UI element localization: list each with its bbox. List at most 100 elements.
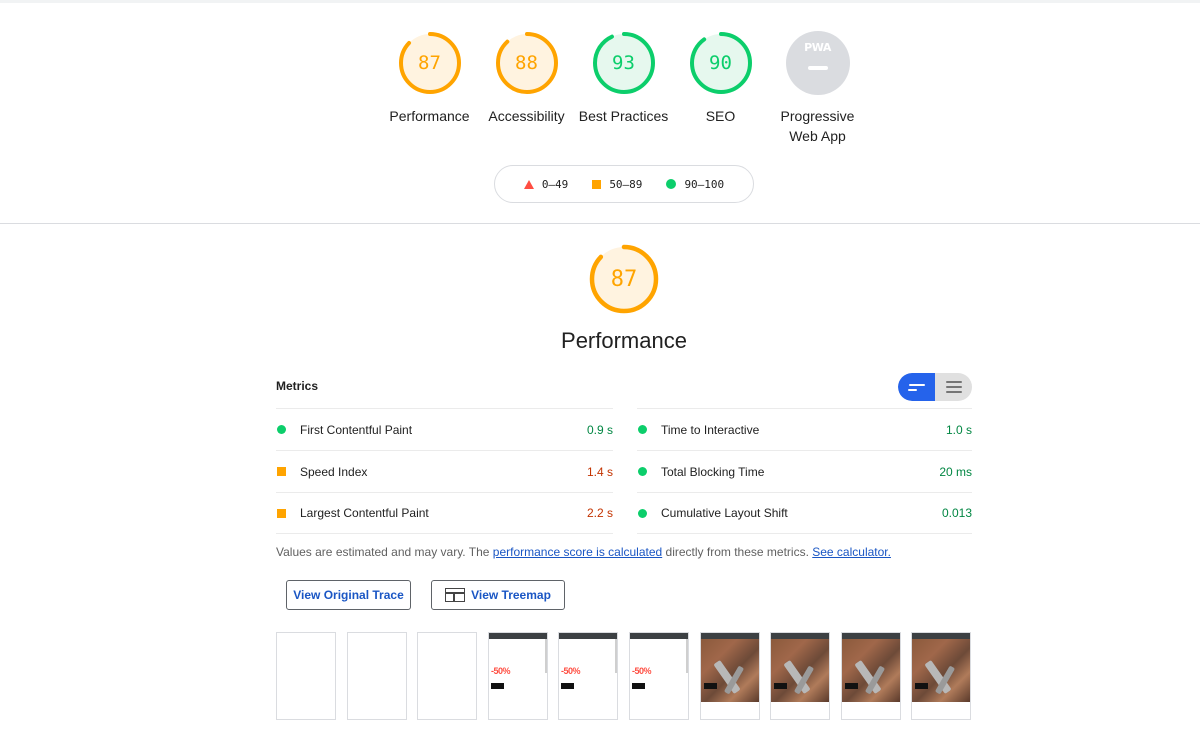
triangle-icon bbox=[523, 179, 534, 189]
frame-photo bbox=[842, 639, 900, 702]
legend-pass-range: 90–100 bbox=[684, 177, 725, 191]
gauge-best-practices[interactable]: 93 Best Practices bbox=[575, 30, 672, 146]
score-gauge: 90 bbox=[688, 30, 754, 96]
legend-average: 50–89 bbox=[592, 178, 642, 191]
gauge-accessibility[interactable]: 88 Accessibility bbox=[478, 30, 575, 146]
frame-button bbox=[632, 683, 645, 689]
filmstrip-frame: -50% bbox=[558, 632, 618, 720]
section-divider bbox=[0, 223, 1200, 224]
metrics-view-toggle[interactable] bbox=[898, 373, 972, 401]
pwa-badge-icon: PWA bbox=[785, 31, 850, 95]
score-gauge: 87 bbox=[397, 30, 463, 96]
metric-row: First Contentful Paint 0.9 s bbox=[276, 408, 613, 450]
line-icon bbox=[908, 388, 917, 391]
frame-header-bar bbox=[489, 633, 547, 639]
metric-value: 2.2 s bbox=[586, 506, 613, 520]
frame-discount: -50% bbox=[491, 666, 511, 676]
summary-view-button[interactable] bbox=[898, 373, 935, 401]
metric-row: Largest Contentful Paint 2.2 s bbox=[276, 492, 613, 534]
pwa-dash bbox=[807, 66, 828, 70]
filmstrip-frame bbox=[347, 632, 407, 720]
square-icon bbox=[592, 179, 602, 189]
filmstrip-frame bbox=[911, 632, 971, 720]
category-label: Best Practices bbox=[578, 108, 669, 124]
frame-scrollbar bbox=[615, 639, 617, 673]
gauge-performance[interactable]: 87 Performance bbox=[381, 30, 478, 146]
frame-photo bbox=[701, 639, 759, 702]
metric-value: 1.0 s bbox=[945, 422, 972, 437]
view-original-trace-button[interactable]: View Original Trace bbox=[286, 580, 411, 610]
line-icon bbox=[908, 383, 925, 386]
category-label: Progressive Web App bbox=[780, 108, 855, 144]
filmstrip-frame: -50% bbox=[488, 632, 548, 720]
metric-row: Total Blocking Time 20 ms bbox=[637, 450, 972, 492]
top-border bbox=[0, 0, 1200, 3]
legend-average-range: 50–89 bbox=[609, 177, 643, 191]
legend-pass: 90–100 bbox=[666, 178, 724, 191]
frame-discount: -50% bbox=[632, 666, 652, 676]
metric-label: Speed Index bbox=[300, 464, 368, 479]
frame-header-bar bbox=[559, 633, 617, 639]
line-icon bbox=[945, 386, 962, 388]
frame-header-bar bbox=[630, 633, 688, 639]
see-calculator-link[interactable]: See calculator. bbox=[812, 545, 891, 559]
note-prefix: Values are estimated and may vary. The bbox=[276, 545, 493, 559]
gauge-seo[interactable]: 90 SEO bbox=[672, 30, 769, 146]
metric-value: 0.9 s bbox=[586, 422, 613, 437]
treemap-icon bbox=[445, 588, 466, 602]
category-label: SEO bbox=[705, 108, 736, 124]
detailed-view-button[interactable] bbox=[935, 373, 972, 401]
frame-photo bbox=[771, 639, 829, 702]
performance-score: 87 bbox=[610, 266, 638, 292]
score-value: 88 bbox=[515, 52, 538, 74]
score-gauge: 93 bbox=[591, 30, 657, 96]
filmstrip-frame bbox=[417, 632, 477, 720]
frame-scrollbar bbox=[686, 639, 688, 673]
score-value: 93 bbox=[612, 52, 635, 74]
metrics-note: Values are estimated and may vary. The p… bbox=[276, 545, 891, 559]
metric-label: Largest Contentful Paint bbox=[300, 506, 429, 520]
frame-photo bbox=[912, 639, 970, 702]
performance-gauge: 87 bbox=[588, 243, 660, 315]
filmstrip-frame bbox=[770, 632, 830, 720]
legend-fail-range: 0–49 bbox=[541, 177, 569, 191]
metric-label: Time to Interactive bbox=[661, 422, 760, 437]
pass-circle-icon bbox=[277, 425, 286, 434]
score-gauge: 88 bbox=[494, 30, 560, 96]
score-value: 87 bbox=[418, 52, 441, 74]
metric-label: Total Blocking Time bbox=[661, 464, 765, 479]
metric-value: 20 ms bbox=[939, 464, 972, 479]
metrics-right-column: Time to Interactive 1.0 s Total Blocking… bbox=[637, 408, 972, 534]
filmstrip-frame bbox=[841, 632, 901, 720]
average-square-icon bbox=[277, 508, 286, 518]
filmstrip-frame: -50% bbox=[629, 632, 689, 720]
frame-scrollbar bbox=[545, 639, 547, 673]
gauge-pwa[interactable]: PWA Progressive Web App bbox=[769, 30, 866, 146]
category-label: Performance bbox=[389, 108, 470, 124]
frame-button bbox=[774, 683, 787, 689]
metric-value: 0.013 bbox=[941, 506, 972, 520]
metric-row: Speed Index 1.4 s bbox=[276, 450, 613, 492]
filmstrip-frame bbox=[700, 632, 760, 720]
line-icon bbox=[945, 391, 962, 393]
circle-icon bbox=[666, 179, 677, 189]
metric-value: 1.4 s bbox=[586, 464, 613, 479]
metric-row: Cumulative Layout Shift 0.013 bbox=[637, 492, 972, 534]
metric-label: Cumulative Layout Shift bbox=[661, 506, 788, 520]
pass-circle-icon bbox=[638, 467, 647, 476]
frame-button bbox=[491, 683, 504, 689]
score-calculation-link[interactable]: performance score is calculated bbox=[493, 545, 662, 559]
metric-label: First Contentful Paint bbox=[300, 422, 413, 437]
filmstrip-frame bbox=[276, 632, 336, 720]
metric-row: Time to Interactive 1.0 s bbox=[637, 408, 972, 450]
view-treemap-button[interactable]: View Treemap bbox=[431, 580, 565, 610]
category-gauges: 87 Performance 88 Accessibility 93 Best … bbox=[381, 30, 866, 146]
score-legend: 0–49 50–89 90–100 bbox=[494, 165, 754, 203]
frame-button bbox=[845, 683, 858, 689]
metrics-header: Metrics bbox=[276, 379, 319, 393]
frame-discount: -50% bbox=[561, 666, 581, 676]
line-icon bbox=[945, 381, 962, 383]
category-label: Accessibility bbox=[488, 108, 565, 124]
filmstrip: -50% -50% -50% bbox=[276, 632, 972, 720]
pwa-badge-text: PWA bbox=[804, 41, 831, 54]
